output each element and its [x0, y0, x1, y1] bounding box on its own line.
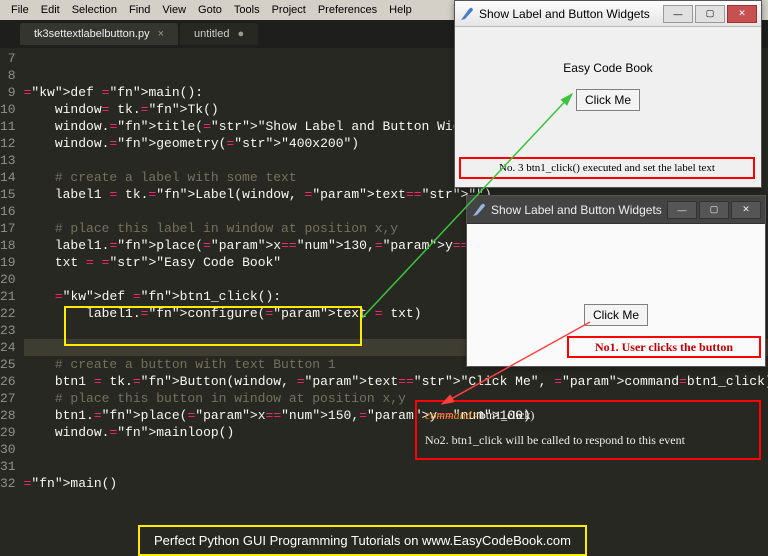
annotation-text: No1. User clicks the button: [595, 340, 733, 355]
menu-find[interactable]: Find: [123, 4, 156, 16]
minimize-button[interactable]: —: [667, 201, 697, 219]
line-gutter: 7 8 9 10 11 12 13 14 15 16 17 18 19 20 2…: [0, 48, 24, 546]
annot-command-line: command=btn1_click): [425, 408, 751, 423]
click-me-button[interactable]: Click Me: [584, 304, 648, 326]
annotation-text: No. 3 btn1_click() executed and set the …: [499, 162, 715, 174]
highlight-box-function: [64, 306, 362, 346]
maximize-button[interactable]: ▢: [695, 5, 725, 23]
close-button[interactable]: ✕: [727, 5, 757, 23]
dirty-icon: ●: [238, 28, 245, 40]
menu-preferences[interactable]: Preferences: [312, 4, 383, 16]
close-icon[interactable]: ×: [158, 28, 164, 40]
menu-view[interactable]: View: [156, 4, 192, 16]
titlebar[interactable]: Show Label and Button Widgets — ▢ ✕: [455, 1, 761, 27]
menu-goto[interactable]: Goto: [192, 4, 228, 16]
tutorial-banner: Perfect Python GUI Programming Tutorials…: [138, 525, 587, 556]
annotation-box-1: No1. User clicks the button: [567, 336, 761, 358]
feather-icon: [471, 202, 487, 218]
window-title: Show Label and Button Widgets: [479, 7, 661, 21]
tab-label: untitled: [194, 28, 229, 40]
tab-label: tk3settextlabelbutton.py: [34, 28, 150, 40]
tab-file-2[interactable]: untitled ●: [180, 23, 258, 45]
window-title: Show Label and Button Widgets: [491, 203, 665, 217]
click-me-button[interactable]: Click Me: [576, 89, 640, 111]
tk-window-2: Show Label and Button Widgets — ▢ ✕ Clic…: [466, 195, 766, 367]
annot-desc-line: No2. btn1_click will be called to respon…: [425, 433, 751, 448]
menu-selection[interactable]: Selection: [66, 4, 123, 16]
feather-icon: [459, 6, 475, 22]
menu-edit[interactable]: Edit: [35, 4, 66, 16]
annotation-box-3: No. 3 btn1_click() executed and set the …: [459, 157, 755, 179]
minimize-button[interactable]: —: [663, 5, 693, 23]
tk-window-1: Show Label and Button Widgets — ▢ ✕ Easy…: [454, 0, 762, 188]
label-widget: Easy Code Book: [455, 27, 761, 75]
menu-tools[interactable]: Tools: [228, 4, 266, 16]
close-button[interactable]: ✕: [731, 201, 761, 219]
annotation-box-2: command=btn1_click) No2. btn1_click will…: [415, 400, 761, 460]
menu-help[interactable]: Help: [383, 4, 418, 16]
menu-project[interactable]: Project: [266, 4, 312, 16]
tab-file-1[interactable]: tk3settextlabelbutton.py ×: [20, 23, 178, 45]
titlebar[interactable]: Show Label and Button Widgets — ▢ ✕: [467, 196, 765, 224]
maximize-button[interactable]: ▢: [699, 201, 729, 219]
menu-file[interactable]: File: [5, 4, 35, 16]
